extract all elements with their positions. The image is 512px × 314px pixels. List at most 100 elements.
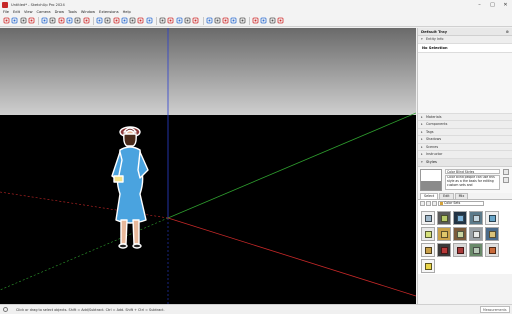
paint-bucket-icon[interactable] xyxy=(41,17,48,24)
position-camera-icon-glyph xyxy=(231,17,237,24)
styles-browse-bar: Color Sets xyxy=(418,199,512,208)
style-swatch[interactable] xyxy=(485,226,499,241)
style-description-field[interactable]: Color blind people can use this style as… xyxy=(445,174,500,190)
style-swatch[interactable] xyxy=(453,226,467,241)
axes-icon[interactable] xyxy=(146,17,153,24)
menu-file[interactable]: File xyxy=(3,10,9,14)
style-swatch-cube xyxy=(441,214,448,222)
style-library-select[interactable]: Color Sets xyxy=(438,200,484,207)
push-pull-icon[interactable] xyxy=(83,17,90,24)
title-bar: Untitled* - SketchUp Pro 2024 – □ ✕ xyxy=(0,0,512,9)
warehouse-icon[interactable] xyxy=(239,17,246,24)
style-swatch[interactable] xyxy=(469,243,483,257)
eraser-icon[interactable] xyxy=(28,17,35,24)
zoom-extents-icon[interactable] xyxy=(192,17,199,24)
orbit-icon-glyph xyxy=(159,17,166,24)
maximize-button[interactable]: □ xyxy=(486,0,499,9)
extension-manager-icon[interactable] xyxy=(269,17,276,24)
model-viewport[interactable] xyxy=(0,28,416,304)
style-swatch[interactable] xyxy=(453,210,467,225)
tab-select[interactable]: Select xyxy=(420,192,439,199)
search-icon[interactable] xyxy=(3,17,10,24)
tape-measure-icon[interactable] xyxy=(129,17,136,24)
warehouse-icon-glyph xyxy=(239,17,246,24)
style-swatch[interactable] xyxy=(421,226,435,241)
text-icon[interactable] xyxy=(137,17,144,24)
tab-edit[interactable]: Edit xyxy=(439,192,454,199)
style-name-field[interactable]: Color Blind Styles xyxy=(445,168,500,174)
circle-icon-glyph xyxy=(74,17,81,24)
measurements-box[interactable]: Measurements xyxy=(480,306,510,313)
menu-camera[interactable]: Camera xyxy=(37,10,51,14)
panel-instructor[interactable]: ▸ Instructor xyxy=(418,151,512,159)
window-title: Untitled* - SketchUp Pro 2024 xyxy=(11,2,65,7)
style-swatch[interactable] xyxy=(469,226,483,241)
style-swatch[interactable] xyxy=(485,210,499,225)
style-swatch[interactable] xyxy=(485,243,499,257)
select-arrow-icon[interactable] xyxy=(11,17,18,24)
look-around-icon[interactable] xyxy=(222,17,229,24)
panel-tags[interactable]: ▸ Tags xyxy=(418,128,512,136)
close-button[interactable]: ✕ xyxy=(499,0,512,9)
create-style-button[interactable] xyxy=(503,176,509,183)
menu-draw[interactable]: Draw xyxy=(55,10,64,14)
menu-edit[interactable]: Edit xyxy=(13,10,20,14)
offset-icon[interactable] xyxy=(121,17,128,24)
pan-icon[interactable] xyxy=(167,17,174,24)
push-pull-icon-glyph xyxy=(83,17,90,24)
section-plane-icon[interactable] xyxy=(206,17,213,24)
walk-icon[interactable] xyxy=(214,17,221,24)
panel-entity-info[interactable]: ▾ Entity Info xyxy=(418,36,512,44)
menu-view[interactable]: View xyxy=(24,10,33,14)
panel-scenes[interactable]: ▸ Scenes xyxy=(418,143,512,151)
circle-icon[interactable] xyxy=(74,17,81,24)
orbit-icon[interactable] xyxy=(159,17,166,24)
style-swatch[interactable] xyxy=(469,210,483,225)
line-pencil-icon[interactable] xyxy=(49,17,56,24)
extension-warehouse-icon[interactable] xyxy=(252,17,259,24)
scale-figure-person[interactable] xyxy=(106,120,154,252)
menu-extensions[interactable]: Extensions xyxy=(99,10,119,14)
status-text: Click or drag to select objects. Shift =… xyxy=(16,307,165,312)
search-icon-glyph xyxy=(3,17,10,24)
scale-icon[interactable] xyxy=(113,17,120,24)
toolbar-separator xyxy=(38,16,40,25)
style-swatch[interactable] xyxy=(437,210,451,225)
menu-tools[interactable]: Tools xyxy=(68,10,77,14)
style-swatch[interactable] xyxy=(437,243,451,257)
components-icon[interactable] xyxy=(277,17,284,24)
zoom-icon[interactable] xyxy=(176,17,183,24)
style-swatch[interactable] xyxy=(437,226,451,241)
style-swatch[interactable] xyxy=(421,259,435,274)
styles-tabs: Select Edit Mix xyxy=(418,192,512,200)
lasso-select-icon[interactable] xyxy=(20,17,27,24)
move-icon[interactable] xyxy=(96,17,103,24)
minimize-button[interactable]: – xyxy=(473,0,486,9)
rectangle-icon[interactable] xyxy=(66,17,73,24)
forward-arrow-icon[interactable] xyxy=(426,201,431,206)
style-swatch-cube xyxy=(441,230,448,238)
panel-shadows[interactable]: ▸ Shadows xyxy=(418,136,512,144)
tab-mix[interactable]: Mix xyxy=(454,192,469,199)
axes xyxy=(0,28,416,304)
position-camera-icon[interactable] xyxy=(230,17,237,24)
menu-help[interactable]: Help xyxy=(123,10,131,14)
style-thumbnail xyxy=(420,168,442,191)
menu-window[interactable]: Window xyxy=(81,10,95,14)
back-arrow-icon[interactable] xyxy=(420,201,425,206)
rotate-icon[interactable] xyxy=(104,17,111,24)
home-icon[interactable] xyxy=(432,201,437,206)
style-info: Color Blind Styles Color blind people ca… xyxy=(418,166,512,193)
zoom-window-icon[interactable] xyxy=(184,17,191,24)
style-swatch[interactable] xyxy=(421,243,435,257)
panel-components[interactable]: ▸ Components xyxy=(418,121,512,129)
panel-materials[interactable]: ▸ Materials xyxy=(418,113,512,121)
panel-styles[interactable]: ▾ Styles xyxy=(418,158,512,167)
freehand-icon[interactable] xyxy=(58,17,65,24)
style-swatch[interactable] xyxy=(453,243,467,257)
update-style-button[interactable] xyxy=(503,168,509,175)
info-icon[interactable] xyxy=(3,307,8,312)
style-swatch[interactable] xyxy=(421,210,435,225)
send-to-layout-icon[interactable] xyxy=(260,17,267,24)
tray-pin-icon[interactable]: ⊗ xyxy=(506,29,509,34)
